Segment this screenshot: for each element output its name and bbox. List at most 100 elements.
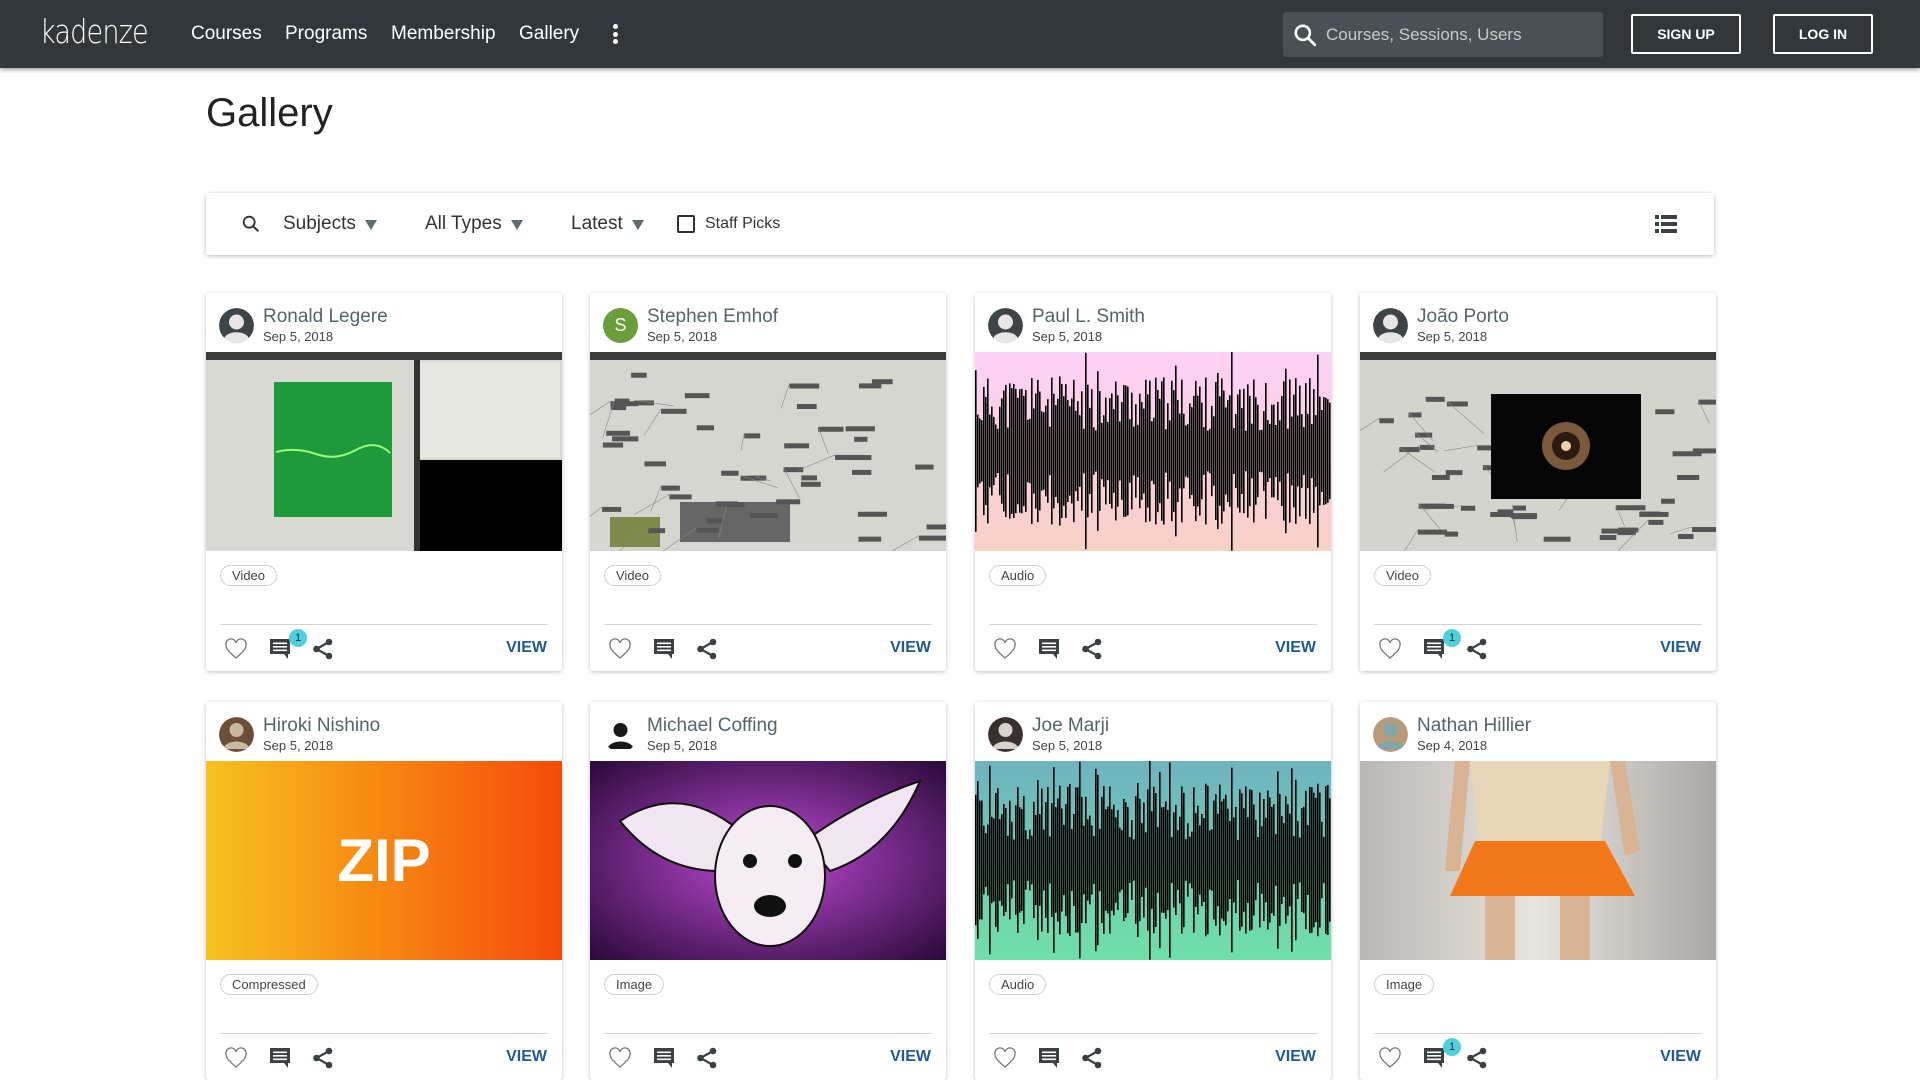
subjects-dropdown[interactable]: Subjects [283,193,377,255]
avatar[interactable]: S [603,308,638,343]
like-heart-icon[interactable] [993,638,1017,665]
nav-courses[interactable]: Courses [191,0,262,68]
thumbnail[interactable] [1360,761,1716,960]
nav-programs[interactable]: Programs [285,0,367,68]
gallery-card[interactable]: Ronald Legere Sep 5, 2018 Video 1 VIEW [206,293,562,671]
caret-down-icon [632,220,644,230]
view-button[interactable]: VIEW [890,1048,931,1066]
avatar[interactable] [1373,717,1408,752]
share-icon[interactable] [1466,1047,1488,1074]
gallery-card[interactable]: Hiroki Nishino Sep 5, 2018 ZIP Compresse… [206,702,562,1080]
nav-gallery[interactable]: Gallery [519,0,579,68]
author-name[interactable]: Stephen Emhof [647,306,778,328]
type-tag: Compressed [220,974,318,995]
comment-icon[interactable] [653,638,675,665]
nav-membership[interactable]: Membership [391,0,496,68]
type-tag: Image [604,974,664,995]
filter-search-icon[interactable] [240,213,262,235]
comment-icon[interactable] [269,1047,291,1074]
avatar[interactable] [219,717,254,752]
like-heart-icon[interactable] [1378,638,1402,665]
avatar[interactable] [988,308,1023,343]
default-avatar-icon [988,308,1023,343]
like-heart-icon[interactable] [224,1047,248,1074]
comment-icon[interactable]: 1 [1423,1047,1445,1074]
share-icon[interactable] [696,1047,718,1074]
post-date: Sep 5, 2018 [263,738,333,753]
audio-waveform-image [975,352,1331,551]
view-button[interactable]: VIEW [1275,639,1316,657]
search-box[interactable] [1283,12,1603,57]
avatar[interactable] [219,308,254,343]
sort-label: Latest [571,213,623,235]
author-name[interactable]: João Porto [1417,306,1509,328]
share-icon[interactable] [312,638,334,665]
avatar[interactable] [1373,308,1408,343]
author-name[interactable]: Hiroki Nishino [263,715,380,737]
more-menu-icon[interactable] [609,24,621,46]
author-name[interactable]: Ronald Legere [263,306,388,328]
comment-icon[interactable] [653,1047,675,1074]
share-icon[interactable] [696,638,718,665]
gallery-card[interactable]: João Porto Sep 5, 2018 Video 1 VIEW [1360,293,1716,671]
staff-picks-checkbox[interactable]: Staff Picks [677,193,780,255]
view-button[interactable]: VIEW [1660,1048,1701,1066]
view-button[interactable]: VIEW [506,1048,547,1066]
author-name[interactable]: Michael Coffing [647,715,778,737]
thumbnail[interactable] [975,761,1331,960]
share-icon[interactable] [1081,638,1103,665]
share-icon[interactable] [1466,638,1488,665]
like-heart-icon[interactable] [993,1047,1017,1074]
thumbnail[interactable] [206,352,562,551]
sign-up-button[interactable]: SIGN UP [1631,14,1741,54]
view-button[interactable]: VIEW [890,639,931,657]
card-header: Nathan Hillier Sep 4, 2018 [1360,702,1716,761]
thumbnail[interactable] [975,352,1331,551]
author-name[interactable]: Paul L. Smith [1032,306,1145,328]
comment-icon[interactable] [1038,1047,1060,1074]
card-actions: VIEW [206,1034,562,1080]
caret-down-icon [365,220,377,230]
list-view-icon[interactable] [1655,215,1677,233]
avatar[interactable] [988,717,1023,752]
comment-icon[interactable]: 1 [269,638,291,665]
software-screenshot [206,352,562,551]
like-heart-icon[interactable] [1378,1047,1402,1074]
log-in-button[interactable]: LOG IN [1773,14,1873,54]
gallery-card[interactable]: Paul L. Smith Sep 5, 2018 Audio VIEW [975,293,1331,671]
sort-dropdown[interactable]: Latest [571,193,644,255]
checkbox-icon[interactable] [677,215,695,233]
share-icon[interactable] [312,1047,334,1074]
user-photo-avatar [988,717,1023,752]
user-photo-avatar [219,717,254,752]
post-date: Sep 5, 2018 [647,738,717,753]
comment-icon[interactable]: 1 [1423,638,1445,665]
like-heart-icon[interactable] [608,638,632,665]
author-name[interactable]: Nathan Hillier [1417,715,1531,737]
search-input[interactable] [1326,25,1586,45]
thumbnail[interactable]: ZIP [206,761,562,960]
thumbnail[interactable] [1360,352,1716,551]
view-button[interactable]: VIEW [506,639,547,657]
gallery-card[interactable]: Michael Coffing Sep 5, 2018 Image VIEW [590,702,946,1080]
gallery-card[interactable]: S Stephen Emhof Sep 5, 2018 Video VIEW [590,293,946,671]
avatar[interactable] [603,717,638,752]
kadenze-logo[interactable]: kadenze [40,12,148,51]
gallery-card[interactable]: Joe Marji Sep 5, 2018 Audio VIEW [975,702,1331,1080]
card-header: Joe Marji Sep 5, 2018 [975,702,1331,761]
share-icon[interactable] [1081,1047,1103,1074]
comment-icon[interactable] [1038,638,1060,665]
thumbnail[interactable] [590,352,946,551]
thumbnail[interactable] [590,761,946,960]
author-name[interactable]: Joe Marji [1032,715,1109,737]
post-date: Sep 5, 2018 [1032,329,1102,344]
view-button[interactable]: VIEW [1275,1048,1316,1066]
like-heart-icon[interactable] [224,638,248,665]
view-button[interactable]: VIEW [1660,639,1701,657]
post-date: Sep 5, 2018 [1417,329,1487,344]
post-date: Sep 4, 2018 [1417,738,1487,753]
card-header: Hiroki Nishino Sep 5, 2018 [206,702,562,761]
gallery-card[interactable]: Nathan Hillier Sep 4, 2018 Image 1 VIEW [1360,702,1716,1080]
types-dropdown[interactable]: All Types [425,193,523,255]
like-heart-icon[interactable] [608,1047,632,1074]
